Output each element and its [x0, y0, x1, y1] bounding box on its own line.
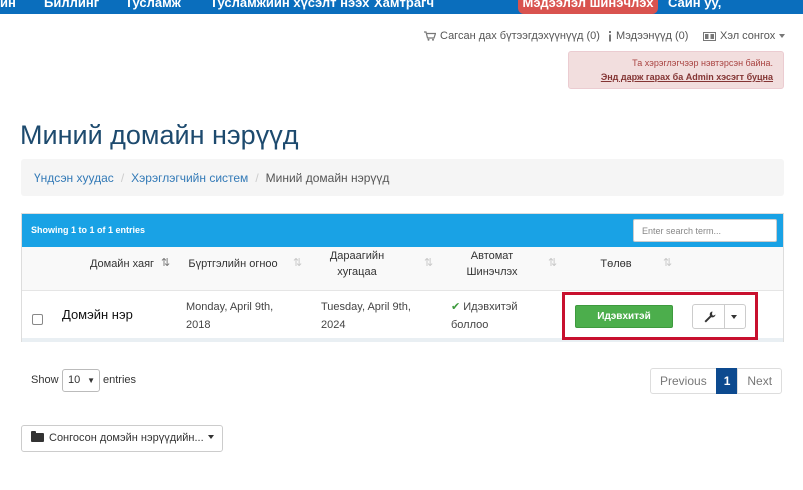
bulk-actions-button[interactable]: Сонгосон домэйн нэрүүдийн... [21, 425, 223, 452]
breadcrumb: Үндсэн хуудас / Хэрэглэгчийн систем / Миний … [21, 159, 784, 196]
cart-link[interactable]: Сагсан дах бүтээгдэхүүнүүд (0) [424, 30, 600, 42]
admin-login-notice: Та хэрэглэгчээр нэвтэрсэн байна. Энд дар… [568, 51, 784, 89]
breadcrumb-separator: / [120, 171, 125, 185]
notifications-link[interactable]: Мэдээнүүд (0) [608, 30, 688, 42]
sort-icon[interactable]: ⇅ [548, 256, 557, 269]
folder-open-icon [31, 431, 44, 442]
status-badge[interactable]: Идэвхитэй [575, 305, 673, 328]
chevron-down-icon[interactable] [731, 315, 737, 319]
breadcrumb-current: Миний домайн нэрүүд [265, 171, 390, 185]
language-label: Хэл сонгох [720, 30, 776, 42]
top-navigation-bar: ин Биллинг Тусламж Тусламжийн хүсэлт нээ… [0, 0, 803, 14]
button-divider [724, 305, 725, 328]
nav-item-billing[interactable]: Биллинг [44, 0, 99, 10]
auto-renew-label: Идэвхитэй боллоо [451, 301, 518, 331]
entries-value: 10 [68, 374, 81, 386]
return-to-admin-link[interactable]: Энд дарж гарах ба Admin хэсэгт буцна [601, 72, 773, 82]
page-1-button[interactable]: 1 [715, 368, 739, 394]
cart-icon [424, 31, 436, 41]
info-icon [609, 30, 611, 41]
sort-asc-icon[interactable]: ⇅ [161, 256, 170, 269]
column-auto-renew[interactable]: Автомат Шинэчлэх [452, 248, 532, 280]
entries-label: entries [103, 374, 137, 386]
notice-text: Та хэрэглэгчээр нэвтэрсэн байна. [632, 58, 773, 68]
domain-name[interactable]: Домэйн нэр [62, 307, 133, 322]
sort-icon[interactable]: ⇅ [663, 256, 672, 269]
cart-label: Сагсан дах бүтээгдэхүүнүүд (0) [440, 30, 600, 42]
nav-item-support[interactable]: Тусламж [125, 0, 181, 10]
registration-date: Monday, April 9th, 2018 [186, 301, 274, 331]
chevron-down-icon [207, 435, 214, 439]
update-info-button[interactable]: Мэдээлэл шинэчлэх [518, 0, 658, 14]
language-selector[interactable]: Хэл сонгох [703, 30, 786, 42]
bulk-actions-label: Сонгосон домэйн нэрүүдийн... [49, 432, 204, 444]
row-divider [22, 338, 783, 342]
column-status[interactable]: Төлөв [577, 256, 655, 272]
breadcrumb-client-area[interactable]: Хэрэглэгчийн систем [131, 171, 248, 185]
table-header-row: Домайн хаяг ⇅ Бүртгэлийн огноо ⇅ Дарааги… [22, 247, 783, 291]
domains-table: Showing 1 to 1 of 1 entries Домайн хаяг … [21, 213, 784, 342]
sort-icon[interactable]: ⇅ [293, 256, 302, 269]
nav-item-open-ticket[interactable]: Тусламжийн хүсэлт нээх [210, 0, 369, 10]
column-next-due[interactable]: Дараагийн хугацаа [322, 248, 392, 280]
nav-item-affiliates[interactable]: Хамтрагч [374, 0, 434, 10]
language-icon [703, 31, 716, 41]
column-registration-date[interactable]: Бүртгэлийн огноо [177, 256, 289, 272]
chevron-down-icon [779, 34, 786, 38]
entries-per-page-select[interactable]: 10 ▼ [62, 369, 100, 392]
manage-domain-button[interactable] [692, 304, 746, 329]
table-toolbar: Showing 1 to 1 of 1 entries [22, 214, 783, 247]
wrench-icon [704, 311, 716, 323]
row-select-checkbox[interactable] [32, 314, 43, 325]
check-icon: ✔ [451, 301, 461, 313]
show-label: Show [31, 374, 59, 386]
greeting-menu[interactable]: Сайн уу, [668, 0, 721, 10]
next-page-button[interactable]: Next [737, 368, 783, 394]
breadcrumb-home[interactable]: Үндсэн хуудас [34, 171, 114, 185]
page-title: Миний домайн нэрүүд [20, 120, 299, 150]
chevron-down-icon: ▼ [87, 376, 95, 385]
pagination: Previous 1 Next [650, 368, 783, 394]
previous-page-button[interactable]: Previous [650, 368, 717, 394]
nav-item-partial[interactable]: ин [0, 0, 16, 10]
table-search-input[interactable] [633, 219, 777, 242]
breadcrumb-separator: / [255, 171, 259, 185]
next-due-date: Tuesday, April 9th, 2024 [321, 301, 411, 331]
sort-icon[interactable]: ⇅ [424, 256, 433, 269]
notifications-label: Мэдээнүүд (0) [616, 30, 689, 42]
entries-info: Showing 1 to 1 of 1 entries [31, 225, 146, 235]
auto-renew-status: ✔ Идэвхитэй боллоо [451, 298, 546, 334]
